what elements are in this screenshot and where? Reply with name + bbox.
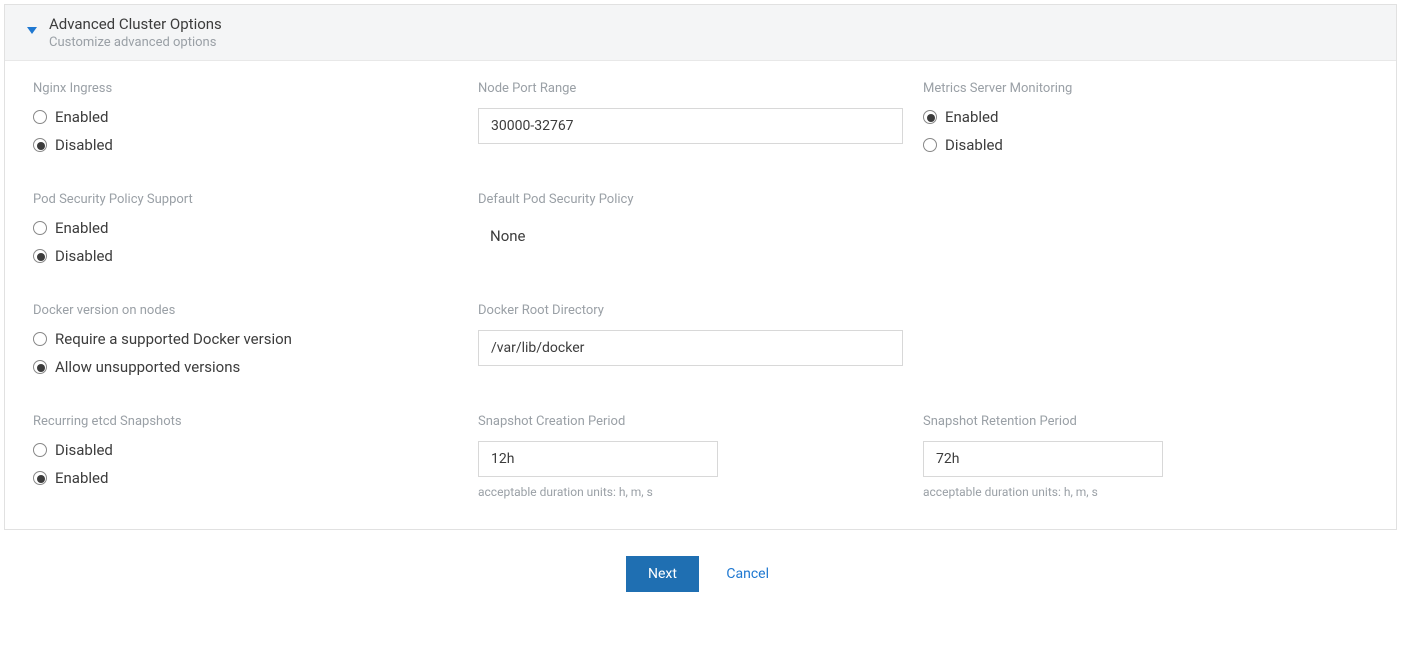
radio-label: Disabled bbox=[55, 136, 113, 154]
pod-security-support-label: Pod Security Policy Support bbox=[33, 192, 458, 207]
docker-version-allow-radio[interactable]: Allow unsupported versions bbox=[33, 358, 458, 376]
radio-label: Enabled bbox=[55, 108, 108, 126]
snapshot-creation-label: Snapshot Creation Period bbox=[478, 414, 903, 429]
radio-icon bbox=[33, 221, 47, 235]
docker-root-directory-input[interactable] bbox=[478, 330, 903, 366]
cancel-button[interactable]: Cancel bbox=[720, 565, 775, 583]
pod-security-disabled-radio[interactable]: Disabled bbox=[33, 247, 458, 265]
recurring-snapshots-label: Recurring etcd Snapshots bbox=[33, 414, 458, 429]
radio-label: Enabled bbox=[55, 469, 108, 487]
pod-security-enabled-radio[interactable]: Enabled bbox=[33, 219, 458, 237]
panel-header[interactable]: Advanced Cluster Options Customize advan… bbox=[5, 5, 1396, 61]
radio-icon bbox=[923, 138, 937, 152]
chevron-down-icon bbox=[27, 27, 37, 34]
docker-version-label: Docker version on nodes bbox=[33, 303, 458, 318]
radio-icon bbox=[33, 332, 47, 346]
snapshot-creation-input[interactable] bbox=[478, 441, 718, 477]
panel-body: Nginx Ingress Enabled Disabled Node Port… bbox=[5, 61, 1396, 529]
default-pod-security-policy-value: None bbox=[478, 219, 903, 253]
radio-label: Allow unsupported versions bbox=[55, 358, 240, 376]
default-pod-security-policy-label: Default Pod Security Policy bbox=[478, 192, 903, 207]
radio-label: Disabled bbox=[55, 247, 113, 265]
radio-icon bbox=[33, 138, 47, 152]
recurring-snapshots-disabled-radio[interactable]: Disabled bbox=[33, 441, 458, 459]
docker-version-require-radio[interactable]: Require a supported Docker version bbox=[33, 330, 458, 348]
node-port-range-input[interactable] bbox=[478, 108, 903, 144]
radio-label: Disabled bbox=[55, 441, 113, 459]
radio-icon bbox=[33, 249, 47, 263]
metrics-server-label: Metrics Server Monitoring bbox=[923, 81, 1348, 96]
snapshot-retention-hint: acceptable duration units: h, m, s bbox=[923, 485, 1348, 499]
advanced-cluster-options-panel: Advanced Cluster Options Customize advan… bbox=[4, 4, 1397, 530]
radio-icon bbox=[33, 110, 47, 124]
recurring-snapshots-enabled-radio[interactable]: Enabled bbox=[33, 469, 458, 487]
radio-label: Enabled bbox=[945, 108, 998, 126]
panel-title: Advanced Cluster Options bbox=[49, 15, 1382, 33]
radio-label: Enabled bbox=[55, 219, 108, 237]
metrics-server-disabled-radio[interactable]: Disabled bbox=[923, 136, 1348, 154]
docker-root-directory-label: Docker Root Directory bbox=[478, 303, 903, 318]
radio-icon bbox=[33, 443, 47, 457]
node-port-range-label: Node Port Range bbox=[478, 81, 903, 96]
footer-actions: Next Cancel bbox=[0, 534, 1401, 602]
metrics-server-enabled-radio[interactable]: Enabled bbox=[923, 108, 1348, 126]
radio-icon bbox=[923, 110, 937, 124]
radio-label: Require a supported Docker version bbox=[55, 330, 292, 348]
radio-icon bbox=[33, 471, 47, 485]
snapshot-retention-input[interactable] bbox=[923, 441, 1163, 477]
nginx-ingress-enabled-radio[interactable]: Enabled bbox=[33, 108, 458, 126]
snapshot-creation-hint: acceptable duration units: h, m, s bbox=[478, 485, 903, 499]
snapshot-retention-label: Snapshot Retention Period bbox=[923, 414, 1348, 429]
panel-subtitle: Customize advanced options bbox=[49, 35, 1382, 50]
radio-icon bbox=[33, 360, 47, 374]
next-button[interactable]: Next bbox=[626, 556, 699, 592]
nginx-ingress-disabled-radio[interactable]: Disabled bbox=[33, 136, 458, 154]
radio-label: Disabled bbox=[945, 136, 1003, 154]
nginx-ingress-label: Nginx Ingress bbox=[33, 81, 458, 96]
